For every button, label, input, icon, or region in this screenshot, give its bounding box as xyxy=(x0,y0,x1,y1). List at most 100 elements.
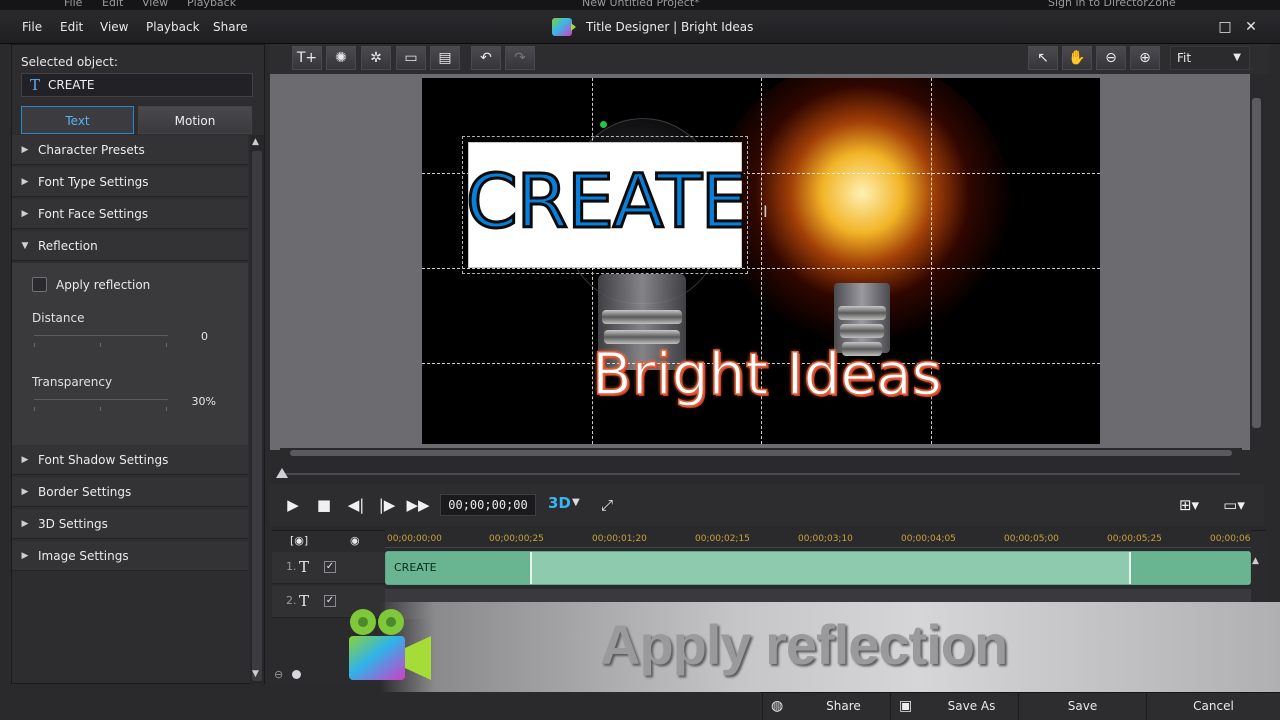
section-font-type-settings[interactable]: ▶ Font Type Settings xyxy=(12,167,248,197)
select-tool-button[interactable]: ↖ xyxy=(1028,46,1058,70)
stop-icon[interactable]: ■ xyxy=(311,494,337,516)
track-number: 1. xyxy=(286,560,297,573)
bg-menu-file: File xyxy=(64,0,83,9)
bright-ideas-title-text[interactable]: Bright Ideas xyxy=(591,339,942,409)
playhead-track[interactable] xyxy=(284,473,1240,475)
apply-reflection-checkbox[interactable] xyxy=(32,277,47,292)
display-mode-icon[interactable]: ▭▾ xyxy=(1216,494,1252,516)
tab-motion[interactable]: Motion xyxy=(138,106,252,134)
rotate-handle[interactable] xyxy=(600,121,607,128)
transparency-slider[interactable] xyxy=(34,399,168,400)
properties-panel: Selected object: T CREATE Text Motion ▶ … xyxy=(11,44,265,685)
play-icon[interactable]: ▶ xyxy=(280,494,306,516)
menu-edit[interactable]: Edit xyxy=(60,20,83,34)
camera-logo-icon xyxy=(552,18,576,36)
section-label: 3D Settings xyxy=(38,516,108,531)
section-image-settings[interactable]: ▶ Image Settings xyxy=(12,541,248,571)
hand-icon: ✋ xyxy=(1068,50,1086,66)
menu-share[interactable]: Share xyxy=(213,20,248,34)
cancel-button[interactable]: Cancel xyxy=(1146,692,1280,720)
fullscreen-icon[interactable]: ⤢ xyxy=(594,494,620,516)
keyframe-icon[interactable]: ◉ xyxy=(350,534,360,547)
insert-text-icon: T+ xyxy=(296,50,318,66)
expand-arrow-icon: ▶ xyxy=(21,176,29,187)
timeline-zoom-knob[interactable] xyxy=(292,670,301,679)
transparency-label: Transparency xyxy=(32,375,113,389)
previous-frame-icon[interactable]: ◀| xyxy=(343,494,369,516)
timeline-ruler[interactable]: 00;00;00;00 00;00;00;25 00;00;01;20 00;0… xyxy=(385,530,1251,548)
3d-mode-button[interactable]: 3D xyxy=(548,494,571,512)
save-as-button[interactable]: ▣ Save As xyxy=(890,692,1018,720)
zoom-in-button[interactable]: ⊕ xyxy=(1130,46,1160,70)
insert-particle-button[interactable]: ✺ xyxy=(326,46,356,70)
timeline-zoom-out-icon[interactable]: ⊖ xyxy=(274,668,283,681)
timecode-display[interactable]: 00;00;00;00 xyxy=(440,494,536,516)
hand-tool-button[interactable]: ✋ xyxy=(1062,46,1092,70)
insert-effect-button[interactable]: ✲ xyxy=(361,46,391,70)
section-label: Border Settings xyxy=(38,484,132,499)
redo-button[interactable]: ↷ xyxy=(505,46,535,70)
undo-button[interactable]: ↶ xyxy=(471,46,501,70)
create-clip-label[interactable]: CREATE xyxy=(386,552,532,584)
tab-text[interactable]: Text xyxy=(21,106,134,134)
save-button[interactable]: Save xyxy=(1018,692,1146,720)
timeline-mode-icon[interactable]: [◉] xyxy=(290,534,308,547)
preview-canvas[interactable]: CREATE Bright Ideas I xyxy=(422,78,1100,444)
save-disk-icon: ▣ xyxy=(899,698,913,714)
scroll-down-icon[interactable]: ▼ xyxy=(252,669,259,679)
scroll-up-icon[interactable]: ▲ xyxy=(252,137,259,147)
section-character-presets[interactable]: ▶ Character Presets xyxy=(12,135,248,165)
bulb-base xyxy=(838,306,886,320)
fast-forward-icon[interactable]: ▶▶ xyxy=(405,494,431,516)
expand-arrow-icon: ▶ xyxy=(21,144,29,155)
section-3d-settings[interactable]: ▶ 3D Settings xyxy=(12,509,248,539)
background-button[interactable]: ▤ xyxy=(430,46,460,70)
expand-arrow-icon: ▶ xyxy=(21,486,29,497)
image-frame-icon: ▭ xyxy=(404,50,418,66)
section-reflection[interactable]: ▼ Reflection xyxy=(12,231,248,261)
share-button[interactable]: ◍ Share xyxy=(762,692,890,720)
text-cursor-icon: I xyxy=(763,202,768,221)
zoom-out-button[interactable]: ⊖ xyxy=(1096,46,1126,70)
panel-scrollbar-thumb[interactable] xyxy=(252,151,262,681)
ruler-label: 00;00;05;00 xyxy=(1004,534,1059,544)
section-font-shadow-settings[interactable]: ▶ Font Shadow Settings xyxy=(12,445,248,475)
particle-icon: ✺ xyxy=(335,50,347,66)
menu-view[interactable]: View xyxy=(100,20,128,34)
playhead-knob[interactable] xyxy=(276,468,288,478)
zoom-select[interactable]: Fit ▼ xyxy=(1170,46,1250,70)
undo-icon: ↶ xyxy=(480,50,492,66)
close-icon[interactable]: ✕ xyxy=(1242,18,1260,36)
menu-playback[interactable]: Playback xyxy=(146,20,200,34)
insert-text-button[interactable]: T+ xyxy=(292,46,322,70)
maximize-icon[interactable]: □ xyxy=(1216,18,1234,36)
preview-hscroll-thumb[interactable] xyxy=(290,450,1232,456)
track-visible-checkbox[interactable]: ✓ xyxy=(324,595,336,607)
dropdown-arrow-icon: ▼ xyxy=(1233,52,1241,63)
insert-image-button[interactable]: ▭ xyxy=(396,46,426,70)
next-frame-icon[interactable]: |▶ xyxy=(374,494,400,516)
3d-dropdown-icon[interactable]: ▼ xyxy=(572,497,580,508)
reflection-settings: Apply reflection Distance 0 Transparency… xyxy=(12,263,248,445)
section-font-face-settings[interactable]: ▶ Font Face Settings xyxy=(12,199,248,229)
zoom-in-icon: ⊕ xyxy=(1139,50,1151,66)
distance-slider[interactable] xyxy=(34,335,168,336)
timeline-scroll-up-icon[interactable]: ▲ xyxy=(1252,556,1259,566)
menu-file[interactable]: File xyxy=(22,20,42,34)
apply-reflection-label: Apply reflection xyxy=(56,278,151,292)
bg-menu-edit: Edit xyxy=(102,0,124,9)
transparency-value: 30% xyxy=(191,395,216,408)
preview-vscroll-thumb[interactable] xyxy=(1252,98,1261,428)
section-border-settings[interactable]: ▶ Border Settings xyxy=(12,477,248,507)
ruler-label: 00;00;00;00 xyxy=(387,534,442,544)
ruler-label: 00;00;00;25 xyxy=(489,534,544,544)
track-visible-checkbox[interactable]: ✓ xyxy=(324,561,336,573)
create-clip-end[interactable] xyxy=(1129,552,1250,584)
ruler-label: 00;00;04;05 xyxy=(901,534,956,544)
ruler-label: 00;00;05;25 xyxy=(1107,534,1162,544)
selected-object-field[interactable]: T CREATE xyxy=(21,73,253,97)
ruler-label: 00;00;01;20 xyxy=(592,534,647,544)
background-icon: ▤ xyxy=(438,50,452,66)
create-title-text[interactable]: CREATE xyxy=(465,161,750,244)
grid-layout-icon[interactable]: ⊞▾ xyxy=(1172,494,1206,516)
